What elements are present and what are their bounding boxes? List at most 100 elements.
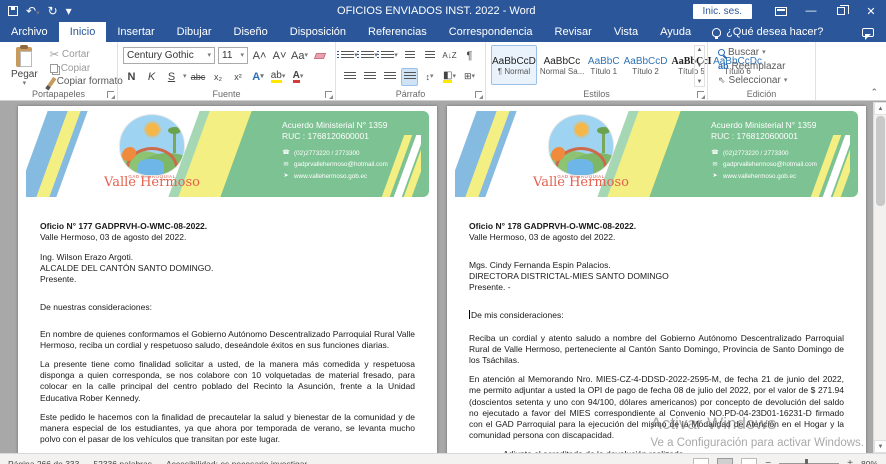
- scroll-down-button[interactable]: ▼: [874, 440, 886, 453]
- shading-button[interactable]: ◧▾: [441, 68, 458, 86]
- select-button[interactable]: ⇖Seleccionar▾: [718, 73, 810, 87]
- scroll-up-button[interactable]: ▲: [874, 102, 886, 115]
- clear-formatting-button[interactable]: [311, 47, 328, 65]
- style-normal-sa[interactable]: AaBbCc Normal Sa...: [539, 45, 585, 85]
- grow-font-button[interactable]: A˄: [251, 47, 268, 65]
- font-size-select[interactable]: 11▾: [218, 47, 248, 64]
- clipboard-icon: [16, 47, 32, 67]
- increase-indent-button[interactable]: [421, 47, 438, 65]
- tab-insertar[interactable]: Insertar: [106, 22, 165, 42]
- collapse-ribbon-icon[interactable]: ⌃: [870, 87, 878, 98]
- zoom-out-button[interactable]: −: [765, 458, 771, 464]
- superscript-button[interactable]: x²: [230, 68, 247, 86]
- style-titulo-1[interactable]: AaBbC Título 1: [587, 45, 621, 85]
- cut-button[interactable]: ✂Cortar: [50, 48, 123, 61]
- find-button[interactable]: Buscar▾: [718, 45, 810, 59]
- align-center-button[interactable]: [361, 68, 378, 86]
- style-titulo-5[interactable]: AaBbCcI Título 5: [671, 45, 713, 85]
- tab-ayuda[interactable]: Ayuda: [649, 22, 702, 42]
- show-marks-button[interactable]: ¶: [461, 47, 478, 65]
- bullets-button[interactable]: ▾: [341, 47, 358, 65]
- minimize-button[interactable]: —: [796, 0, 826, 22]
- valle-hermoso-logo: GAD PARROQUIAL Valle Hermoso: [104, 114, 200, 189]
- document-page-1[interactable]: Acuerdo Ministerial N° 1359 RUC : 176812…: [18, 106, 437, 453]
- tab-vista[interactable]: Vista: [603, 22, 649, 42]
- highlight-color-button[interactable]: ab▾: [270, 68, 287, 86]
- comment-icon[interactable]: [862, 28, 874, 37]
- text-effects-button[interactable]: A▾: [250, 68, 267, 86]
- styles-launcher-icon[interactable]: [697, 91, 704, 98]
- tab-referencias[interactable]: Referencias: [357, 22, 438, 42]
- align-left-button[interactable]: [341, 68, 358, 86]
- tab-archivo[interactable]: Archivo: [0, 22, 59, 42]
- addressee-name: Ing. Wilson Erazo Argoti.: [40, 252, 415, 263]
- tab-dibujar[interactable]: Dibujar: [166, 22, 223, 42]
- bold-button[interactable]: N: [123, 68, 140, 86]
- logo-title: Valle Hermoso: [533, 176, 629, 189]
- copy-button[interactable]: Copiar: [50, 63, 123, 74]
- font-launcher-icon[interactable]: [325, 91, 332, 98]
- logo-emblem: [548, 114, 614, 176]
- undo-icon[interactable]: ↶▾: [26, 5, 40, 17]
- styles-scroll-down-icon[interactable]: ▼: [697, 63, 703, 69]
- zoom-level[interactable]: 80%: [861, 459, 878, 464]
- font-color-button[interactable]: A▾: [290, 68, 307, 86]
- document-area[interactable]: Acuerdo Ministerial N° 1359 RUC : 176812…: [0, 102, 886, 453]
- borders-button[interactable]: ⊞▾: [461, 68, 478, 86]
- tab-inicio[interactable]: Inicio: [59, 22, 107, 42]
- paragraph: La presente tiene como finalidad solicit…: [40, 359, 415, 403]
- paste-button[interactable]: Pegar ▾: [5, 45, 44, 89]
- read-mode-button[interactable]: [693, 458, 709, 464]
- format-painter-button[interactable]: Copiar formato: [50, 76, 123, 87]
- align-right-button[interactable]: [381, 68, 398, 86]
- page-indicator[interactable]: Página 266 de 333: [8, 459, 79, 464]
- style-titulo-2[interactable]: AaBbCcD Título 2: [623, 45, 669, 85]
- restore-button[interactable]: [826, 0, 856, 22]
- styles-gallery-scroll[interactable]: ▲ ▼ ▼: [694, 45, 705, 87]
- underline-caret-icon[interactable]: ▾: [183, 73, 187, 80]
- tell-me-box[interactable]: ¿Qué desea hacer?: [702, 22, 833, 42]
- tab-correspondencia[interactable]: Correspondencia: [438, 22, 544, 42]
- zoom-slider-thumb[interactable]: [805, 459, 808, 464]
- addressee-presente: Presente. -: [469, 282, 844, 293]
- save-icon[interactable]: [8, 6, 18, 16]
- shrink-font-button[interactable]: A˅: [271, 47, 288, 65]
- numbering-button[interactable]: ▾: [361, 47, 378, 65]
- vertical-scrollbar[interactable]: ▲ ▼: [873, 102, 886, 453]
- web-layout-button[interactable]: [741, 458, 757, 464]
- qat-more-icon[interactable]: ▾: [66, 5, 72, 17]
- multilevel-list-button[interactable]: ▾: [381, 47, 398, 65]
- replace-button[interactable]: abReemplazar: [718, 59, 810, 73]
- tab-disposicion[interactable]: Disposición: [279, 22, 357, 42]
- ribbon-display-options-button[interactable]: [766, 0, 796, 22]
- clipboard-launcher-icon[interactable]: [107, 91, 114, 98]
- close-button[interactable]: ✕: [856, 0, 886, 22]
- change-case-button[interactable]: Aa▾: [291, 47, 308, 65]
- style-normal[interactable]: AaBbCcD ¶ Normal: [491, 45, 537, 85]
- justify-button[interactable]: [401, 68, 418, 86]
- styles-more-icon[interactable]: ▼: [697, 79, 703, 85]
- letter-body[interactable]: Oficio N° 177 GADPRVH-O-WMC-08-2022. Val…: [40, 221, 415, 453]
- line-spacing-button[interactable]: ↕▾: [421, 68, 438, 86]
- ribbon: Pegar ▾ ✂Cortar Copiar Copiar formato Po…: [0, 42, 886, 101]
- decrease-indent-button[interactable]: [401, 47, 418, 65]
- subscript-button[interactable]: x₂: [210, 68, 227, 86]
- strikethrough-button[interactable]: abc: [190, 68, 207, 86]
- sort-button[interactable]: A↓Z: [441, 47, 458, 65]
- underline-button[interactable]: S: [163, 68, 180, 86]
- tab-revisar[interactable]: Revisar: [544, 22, 603, 42]
- scrollbar-thumb[interactable]: [876, 116, 885, 206]
- letter-body[interactable]: Oficio N° 178 GADPRVH-O-WMC-08-2022. Val…: [469, 221, 844, 453]
- signin-button[interactable]: Inic. ses.: [693, 4, 752, 19]
- italic-button[interactable]: K: [143, 68, 160, 86]
- styles-scroll-up-icon[interactable]: ▲: [697, 47, 703, 53]
- document-page-2[interactable]: Acuerdo Ministerial N° 1359 RUC : 176812…: [447, 106, 866, 453]
- redo-icon[interactable]: ↻: [48, 5, 58, 17]
- accessibility-status[interactable]: Accesibilidad: es necesario investigar: [166, 459, 307, 464]
- font-name-select[interactable]: Century Gothic▾: [123, 47, 215, 64]
- tab-diseno[interactable]: Diseño: [223, 22, 279, 42]
- paragraph-launcher-icon[interactable]: [475, 91, 482, 98]
- zoom-in-button[interactable]: +: [847, 458, 853, 464]
- print-layout-button[interactable]: [717, 458, 733, 464]
- word-count[interactable]: 52336 palabras: [93, 459, 152, 464]
